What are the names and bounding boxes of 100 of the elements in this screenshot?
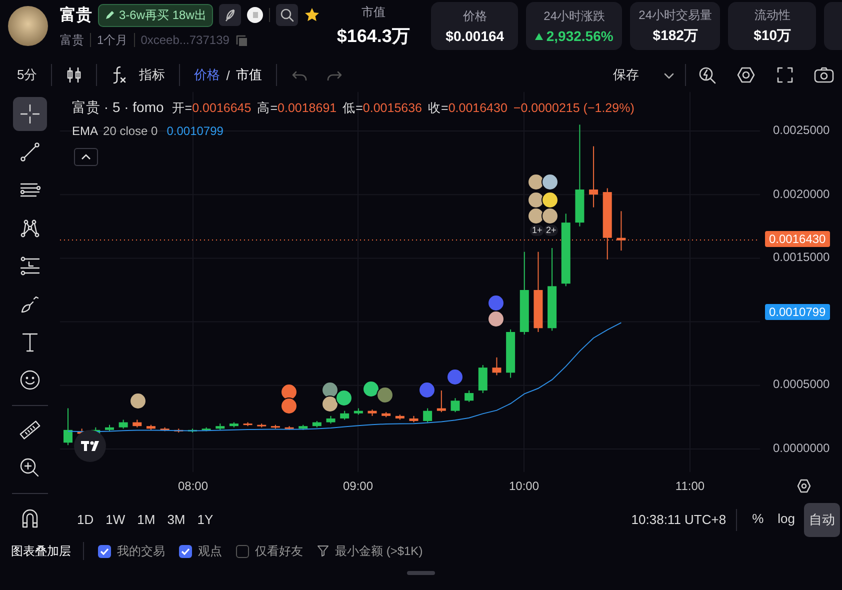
checkbox[interactable] [98,544,111,558]
crosshair-tool[interactable] [13,97,47,131]
range-button[interactable]: 1W [106,512,126,527]
interval-button[interactable]: 5分 [17,66,38,84]
trader-avatar[interactable] [362,380,380,398]
settings-icon[interactable] [797,479,811,493]
trader-avatar[interactable] [130,392,146,410]
save-button[interactable]: 保存 [613,66,639,84]
trader-avatar[interactable] [542,208,558,224]
filter-label[interactable]: 最小金额 (>$1K) [335,542,423,560]
stat-label: 市值 [361,4,386,21]
stat-value: $0.00164 [446,28,504,44]
candle [340,410,350,420]
scale-button[interactable]: % [747,502,769,536]
mode-tab[interactable]: 市值 [236,66,262,84]
copy-icon[interactable] [235,34,248,46]
candle [312,420,322,428]
crosshair-icon [19,103,41,125]
ohlc-value: 低=0.0015636 [342,100,422,117]
range-button[interactable]: 1M [137,512,156,527]
trader-avatar[interactable] [322,382,338,398]
price-axis-label: 0.0005000 [773,377,830,392]
candle [64,408,72,446]
alert-search-icon[interactable] [698,66,716,84]
trader-avatar[interactable] [336,390,352,406]
candle [202,426,211,432]
chart-title: 富贵 · 5 · fomo [72,99,164,117]
candle [616,210,626,252]
trader-avatar[interactable] [542,192,558,208]
ema-price-label: 0.0010799 [765,304,830,320]
trader-avatar[interactable] [528,174,544,190]
price-axis-label: 0.0000000 [773,441,830,455]
overlay-title: 图表叠加层 [11,542,71,560]
collapse-button[interactable] [74,148,98,166]
feather-icon [224,8,236,22]
drag-handle[interactable] [407,571,435,575]
token-avatar [8,6,48,46]
trader-avatar[interactable] [322,396,338,412]
indicators-button[interactable]: 指标 [139,66,166,84]
price-axis-label: 0.0025000 [773,123,830,137]
candle [506,328,516,378]
level-lines-icon [19,255,41,277]
last-price-label: 0.0016430 [765,231,830,247]
fullscreen-icon[interactable] [776,66,794,84]
checkbox[interactable] [179,544,192,558]
chevron-up-icon [81,154,91,160]
time-axis-label: 10:00 [508,479,540,493]
clock: 10:38:11 UTC+8 [631,512,726,527]
logo-icon[interactable] [74,430,106,462]
token-symbol: 富贵 [60,32,84,48]
marker-count: 2+ [544,225,558,236]
note-tag[interactable]: 3-6w再买 18w出 [98,4,214,26]
stat-label: 价格 [462,8,487,25]
filter-icon[interactable] [317,545,329,557]
trader-avatar[interactable] [528,192,544,208]
price-change: −0.0000215 (−1.29%) [513,101,634,115]
search-button[interactable] [276,4,298,26]
mode-tab[interactable]: 价格 [194,66,220,84]
checkbox-label: 仅看好友 [255,542,303,560]
scale-button[interactable]: 自动 [804,502,840,536]
trader-avatar[interactable] [542,174,558,190]
range-button[interactable]: 1D [77,512,94,527]
star-icon[interactable] [304,7,320,23]
candle [450,398,460,413]
trader-avatar[interactable] [280,384,298,400]
scale-button[interactable]: log [772,502,800,536]
indicator-value: 0.0010799 [166,124,224,138]
candle [354,408,363,416]
line-icon [19,141,41,163]
range-button[interactable]: 1Y [197,512,214,527]
check-icon [100,548,109,554]
settings-icon[interactable] [736,66,756,84]
feather-button[interactable] [219,4,242,26]
stat-label: 24小时交易量 [638,7,712,24]
candle [464,390,474,402]
trader-avatar[interactable] [376,386,394,404]
indicator-params: 20 close 0 [103,124,158,138]
trader-avatar[interactable] [488,310,504,328]
candle-icon[interactable] [66,66,82,84]
candle [216,423,225,430]
trader-avatar[interactable] [280,398,298,414]
price-axis-label: 0.0020000 [773,186,830,201]
stat-value: $10万 [754,27,792,45]
token-age: 1个月 [97,32,128,48]
checkbox-label: 我的交易 [117,542,165,560]
ohlc-value: 开=0.0016645 [172,100,252,117]
stat-label: 流动性 [754,7,790,24]
ohlc-value: 收=0.0016430 [428,100,508,117]
pattern-icon [19,217,41,239]
camera-icon[interactable] [814,66,834,84]
range-button[interactable]: 3M [167,512,186,527]
caret-icon[interactable] [663,72,675,80]
pencil-icon [105,10,115,20]
candle [118,419,128,430]
token-name: 富贵 [60,5,92,26]
stat-value: $182万 [652,27,698,45]
trader-avatar[interactable] [528,208,544,224]
function-icon[interactable] [111,65,128,85]
site-icon[interactable] [247,7,264,23]
checkbox[interactable] [236,544,249,558]
